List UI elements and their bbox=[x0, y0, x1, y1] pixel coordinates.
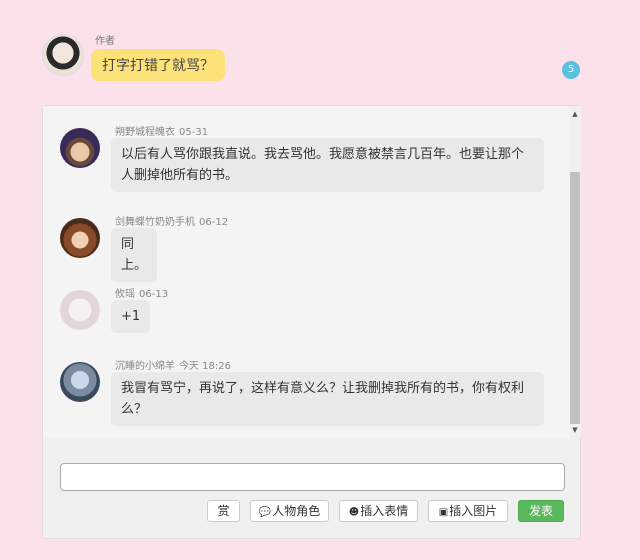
insert-image-button-label: 插入图片 bbox=[449, 504, 498, 518]
comment-meta: 沉睡的小绵羊 今天 18:26 bbox=[115, 357, 231, 372]
author-message-bubble: 打字打错了就骂？ bbox=[91, 49, 225, 81]
avatar[interactable] bbox=[60, 362, 100, 402]
reward-button[interactable]: 赏 bbox=[207, 500, 240, 522]
commenter-name[interactable]: 朔野城程魄衣 bbox=[115, 127, 175, 138]
reward-button-label: 赏 bbox=[217, 504, 230, 518]
comment-bubble: 同上。 bbox=[111, 228, 157, 282]
comment-bubble: +1 bbox=[111, 300, 151, 333]
send-button-label: 发表 bbox=[528, 504, 553, 518]
comment-time: 06-13 bbox=[139, 289, 169, 300]
scroll-thumb[interactable] bbox=[570, 172, 580, 424]
comment-bubble: 以后有人骂你跟我直说。我去骂他。我愿意被禁言几百年。也要让那个人删掉他所有的书。 bbox=[111, 138, 544, 192]
comment-time: 今天 18:26 bbox=[179, 361, 231, 372]
avatar[interactable] bbox=[60, 128, 100, 168]
comments-panel: 朔野城程魄衣 05-31 以后有人骂你跟我直说。我去骂他。我愿意被禁言几百年。也要… bbox=[42, 105, 581, 539]
commenter-name[interactable]: 攸瑶 bbox=[115, 289, 135, 300]
face-icon: ☻ bbox=[348, 507, 360, 518]
commenter-name[interactable]: 剑舞蝶竹奶奶手机 bbox=[115, 217, 195, 228]
send-button[interactable]: 发表 bbox=[518, 500, 564, 522]
comment-meta: 攸瑶 06-13 bbox=[115, 285, 168, 300]
avatar[interactable] bbox=[60, 218, 100, 258]
comment-time: 05-31 bbox=[179, 127, 209, 138]
comment-time: 06-12 bbox=[199, 217, 229, 228]
author-avatar[interactable] bbox=[42, 34, 84, 76]
reply-count-badge[interactable]: 5 bbox=[562, 61, 580, 79]
scroll-down-arrow-icon[interactable]: ▼ bbox=[569, 424, 581, 436]
thread-scrollbar[interactable]: ▲ ▼ bbox=[569, 106, 581, 438]
character-button[interactable]: 💬人物角色 bbox=[250, 500, 329, 522]
commenter-name[interactable]: 沉睡的小绵羊 bbox=[115, 361, 175, 372]
reply-input[interactable] bbox=[60, 463, 565, 491]
character-button-label: 人物角色 bbox=[272, 504, 321, 518]
comment-bubble: 我冒有骂宁，再说了，这样有意义么？让我删掉我所有的书，你有权利么？ bbox=[111, 372, 544, 426]
comment-meta: 朔野城程魄衣 05-31 bbox=[115, 123, 208, 138]
insert-image-button[interactable]: ▣插入图片 bbox=[428, 500, 508, 522]
avatar[interactable] bbox=[60, 290, 100, 330]
comment-thread: 朔野城程魄衣 05-31 以后有人骂你跟我直说。我去骂他。我愿意被禁言几百年。也要… bbox=[43, 106, 569, 438]
scroll-up-arrow-icon[interactable]: ▲ bbox=[569, 108, 581, 120]
insert-emoji-button-label: 插入表情 bbox=[360, 504, 409, 518]
image-icon: ▣ bbox=[438, 507, 449, 518]
insert-emoji-button[interactable]: ☻插入表情 bbox=[339, 500, 418, 522]
author-role-label: 作者 bbox=[95, 36, 115, 47]
comment-meta: 剑舞蝶竹奶奶手机 06-12 bbox=[115, 213, 228, 228]
comments-icon: 💬 bbox=[258, 507, 272, 518]
